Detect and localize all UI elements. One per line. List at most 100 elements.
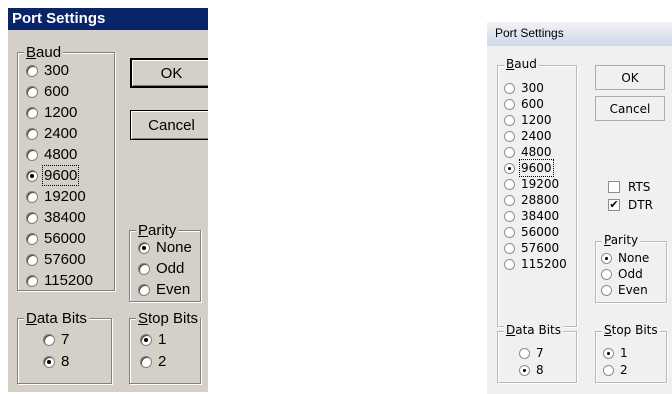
radio-icon <box>601 268 612 280</box>
radio-selected-icon <box>601 252 612 264</box>
stop-bits-option-1[interactable]: 1 <box>603 346 628 360</box>
radio-icon <box>26 106 38 119</box>
radio-icon <box>26 190 38 203</box>
radio-selected-icon <box>504 162 515 174</box>
baud-option-4800[interactable]: 4800 <box>504 145 552 159</box>
baud-option-56000[interactable]: 56000 <box>504 225 559 239</box>
data-bits-option-8[interactable]: 8 <box>519 363 544 377</box>
rts-checkbox[interactable]: RTS <box>608 180 650 194</box>
stop-bits-legend: Stop Bits <box>602 323 660 337</box>
dialog-title: Port Settings <box>8 8 208 30</box>
radio-selected-icon <box>603 347 614 359</box>
radio-icon <box>603 364 614 376</box>
radio-icon <box>504 258 515 270</box>
baud-group: Baud 300 600 1200 2400 4800 9600 19200 3… <box>17 44 115 291</box>
baud-option-1200[interactable]: 1200 <box>26 104 77 121</box>
radio-selected-icon <box>43 355 55 368</box>
radio-selected-icon <box>519 364 530 376</box>
stop-bits-legend: Stop Bits <box>136 310 201 327</box>
data-bits-option-7[interactable]: 7 <box>43 331 69 348</box>
stop-bits-group: Stop Bits 1 2 <box>129 310 201 384</box>
baud-option-600[interactable]: 600 <box>504 97 544 111</box>
radio-icon <box>504 130 515 142</box>
data-bits-option-7[interactable]: 7 <box>519 346 544 360</box>
checkmark-icon: ✔ <box>608 199 620 211</box>
parity-group: Parity None Odd Even <box>595 233 667 303</box>
stop-bits-group: Stop Bits 1 2 <box>595 323 667 383</box>
stop-bits-option-2[interactable]: 2 <box>140 353 166 370</box>
parity-group: Parity None Odd Even <box>129 222 201 302</box>
radio-icon <box>601 284 612 296</box>
cancel-button[interactable]: Cancel <box>595 96 665 121</box>
radio-icon <box>140 355 152 368</box>
radio-selected-icon <box>26 169 38 182</box>
radio-icon <box>504 178 515 190</box>
baud-legend: Baud <box>24 44 64 61</box>
baud-option-28800[interactable]: 28800 <box>504 193 559 207</box>
radio-icon <box>504 82 515 94</box>
radio-icon <box>519 347 530 359</box>
radio-icon <box>26 274 38 287</box>
radio-icon <box>504 242 515 254</box>
radio-icon <box>26 232 38 245</box>
data-bits-option-8[interactable]: 8 <box>43 353 69 370</box>
radio-icon <box>504 226 515 238</box>
radio-icon <box>504 98 515 110</box>
baud-legend: Baud <box>504 57 539 71</box>
parity-option-none[interactable]: None <box>138 239 192 256</box>
baud-option-115200[interactable]: 115200 <box>26 272 93 289</box>
data-bits-group: Data Bits 7 8 <box>17 310 112 384</box>
radio-icon <box>26 127 38 140</box>
radio-icon <box>138 262 150 275</box>
radio-selected-icon <box>138 241 150 254</box>
dialog-title: Port Settings <box>487 22 672 46</box>
radio-icon <box>43 333 55 346</box>
baud-option-600[interactable]: 600 <box>26 83 69 100</box>
checkbox-icon <box>608 181 620 193</box>
parity-legend: Parity <box>602 233 641 247</box>
radio-icon <box>504 210 515 222</box>
baud-option-56000[interactable]: 56000 <box>26 230 86 247</box>
parity-option-none[interactable]: None <box>601 251 649 265</box>
dtr-checkbox[interactable]: ✔ DTR <box>608 198 653 212</box>
baud-option-19200[interactable]: 19200 <box>504 177 559 191</box>
radio-icon <box>26 64 38 77</box>
baud-option-57600[interactable]: 57600 <box>26 251 86 268</box>
parity-option-odd[interactable]: Odd <box>601 267 643 281</box>
baud-option-2400[interactable]: 2400 <box>504 129 552 143</box>
cancel-button[interactable]: Cancel <box>130 110 208 140</box>
radio-icon <box>26 85 38 98</box>
baud-option-115200[interactable]: 115200 <box>504 257 567 271</box>
parity-legend: Parity <box>136 222 179 239</box>
radio-icon <box>504 114 515 126</box>
baud-group: Baud 300 600 1200 2400 4800 9600 19200 2… <box>497 57 577 327</box>
parity-option-even[interactable]: Even <box>601 283 648 297</box>
data-bits-legend: Data Bits <box>24 310 89 327</box>
radio-icon <box>26 148 38 161</box>
radio-icon <box>504 146 515 158</box>
baud-option-2400[interactable]: 2400 <box>26 125 77 142</box>
port-settings-dialog-xp: Port Settings Baud 300 600 1200 2400 480… <box>487 22 672 394</box>
baud-option-1200[interactable]: 1200 <box>504 113 552 127</box>
radio-icon <box>504 194 515 206</box>
baud-option-300[interactable]: 300 <box>504 81 544 95</box>
stop-bits-option-2[interactable]: 2 <box>603 363 628 377</box>
baud-option-38400[interactable]: 38400 <box>504 209 559 223</box>
stop-bits-option-1[interactable]: 1 <box>140 331 166 348</box>
baud-option-300[interactable]: 300 <box>26 62 69 79</box>
radio-icon <box>26 253 38 266</box>
parity-option-odd[interactable]: Odd <box>138 260 184 277</box>
parity-option-even[interactable]: Even <box>138 281 190 298</box>
ok-button[interactable]: OK <box>130 58 208 88</box>
baud-option-38400[interactable]: 38400 <box>26 209 86 226</box>
baud-option-9600[interactable]: 9600 <box>26 165 80 186</box>
baud-option-4800[interactable]: 4800 <box>26 146 77 163</box>
ok-button[interactable]: OK <box>595 65 665 90</box>
port-settings-dialog-classic: Port Settings Baud 300 600 1200 2400 480… <box>8 8 208 392</box>
radio-icon <box>26 211 38 224</box>
baud-option-9600[interactable]: 9600 <box>504 159 554 177</box>
baud-option-57600[interactable]: 57600 <box>504 241 559 255</box>
data-bits-legend: Data Bits <box>504 323 563 337</box>
radio-icon <box>138 283 150 296</box>
baud-option-19200[interactable]: 19200 <box>26 188 86 205</box>
